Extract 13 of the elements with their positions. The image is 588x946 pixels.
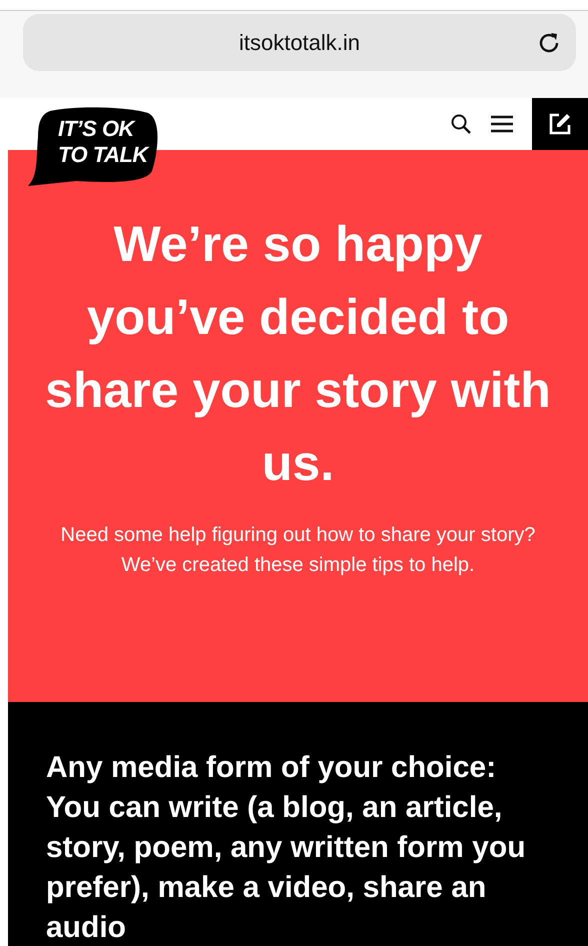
menu-button[interactable]: [490, 115, 514, 133]
search-icon: [450, 113, 472, 135]
write-button[interactable]: [532, 98, 588, 150]
speech-bubble-logo[interactable]: [28, 107, 160, 187]
hero-subtitle: Need some help figuring out how to share your story? We’ve created these simple tips to help.: [60, 523, 536, 578]
hero-heading: We’re so happy you’ve decided to share your story with us.: [44, 215, 552, 493]
tip-text: Any media form of your choice: You can write (a blog, an article, story, poem, any written form you prefer), make a video, share an audio: [46, 750, 527, 946]
pencil-square-icon: [548, 112, 572, 136]
url-text: itsoktotalk.in: [238, 29, 360, 57]
address-bar[interactable]: itsoktotalk.in: [23, 14, 576, 71]
menu-icon: [490, 115, 514, 133]
search-button[interactable]: [450, 113, 472, 135]
logo-text: IT’S OK TO TALK: [58, 116, 148, 168]
